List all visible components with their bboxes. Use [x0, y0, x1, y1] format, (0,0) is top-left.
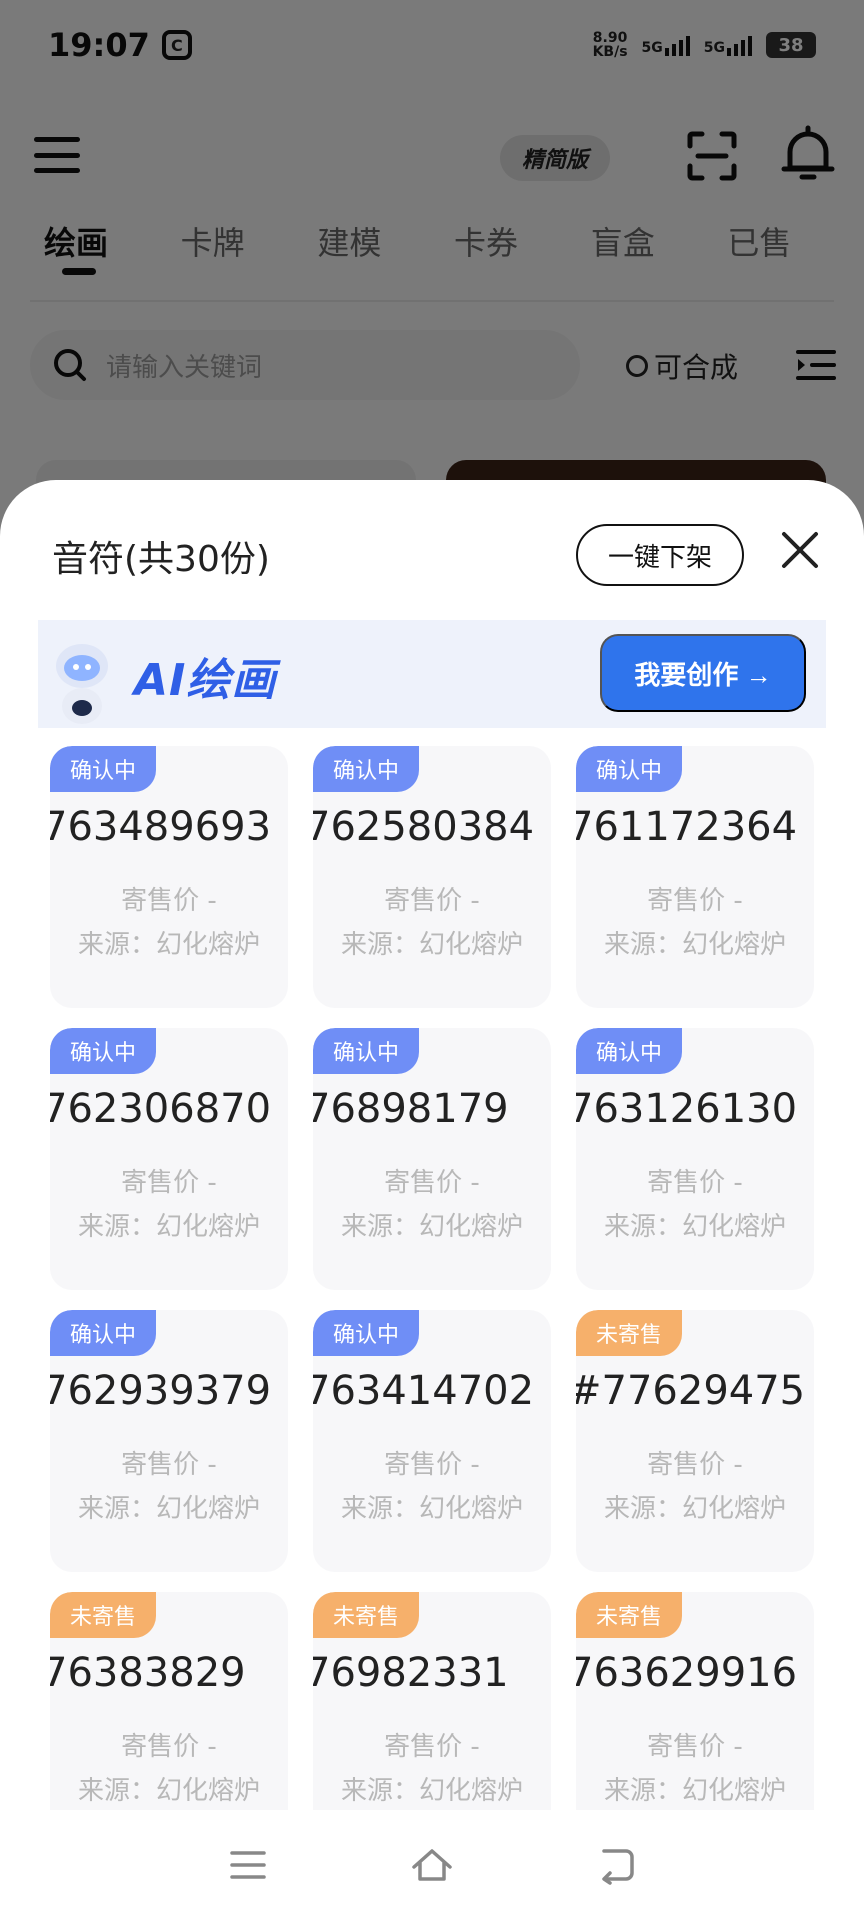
item-number: 76383829 — [50, 1650, 246, 1696]
item-card[interactable]: 确认中 76898179 寄售价 - 来源：幻化熔炉 — [313, 1028, 551, 1290]
item-card[interactable]: 确认中 761172364 寄售价 - 来源：幻化熔炉 — [576, 746, 814, 1008]
item-number: 763629916 — [576, 1650, 798, 1696]
status-badge: 确认中 — [50, 1028, 156, 1074]
bottom-sheet: 音符(共30份) 一键下架 AI绘画 我要创作 → 确认中 763489693 寄售… — [0, 480, 864, 1920]
item-number: 762939379 — [50, 1368, 272, 1414]
home-icon[interactable] — [410, 1845, 454, 1885]
item-price: 寄售价 - — [384, 1732, 480, 1762]
create-button[interactable]: 我要创作 → — [600, 634, 806, 712]
item-card[interactable]: 确认中 763414702 寄售价 - 来源：幻化熔炉 — [313, 1310, 551, 1572]
menu-nav-icon[interactable] — [226, 1845, 270, 1885]
item-price: 寄售价 - — [384, 886, 480, 916]
item-source: 来源：幻化熔炉 — [340, 1494, 523, 1524]
item-number: 762580384 — [313, 804, 535, 850]
item-source: 来源：幻化熔炉 — [340, 930, 523, 960]
status-badge: 确认中 — [50, 746, 156, 792]
item-price: 寄售价 - — [647, 1168, 743, 1198]
item-price: 寄售价 - — [384, 1168, 480, 1198]
item-price: 寄售价 - — [384, 1450, 480, 1480]
status-badge: 确认中 — [313, 1310, 419, 1356]
item-card[interactable]: 未寄售 #77629475 寄售价 - 来源：幻化熔炉 — [576, 1310, 814, 1572]
ai-painting-banner[interactable]: AI绘画 我要创作 → — [38, 620, 826, 728]
item-number: 762306870 — [50, 1086, 272, 1132]
item-price: 寄售价 - — [121, 1732, 217, 1762]
item-price: 寄售价 - — [121, 1450, 217, 1480]
ai-banner-title: AI绘画 — [134, 655, 277, 706]
item-number: #77629475 — [576, 1368, 806, 1414]
item-price: 寄售价 - — [647, 1732, 743, 1762]
item-source: 来源：幻化熔炉 — [603, 930, 786, 960]
item-price: 寄售价 - — [647, 886, 743, 916]
item-card[interactable]: 确认中 762939379 寄售价 - 来源：幻化熔炉 — [50, 1310, 288, 1572]
item-grid: 确认中 763489693 寄售价 - 来源：幻化熔炉 确认中 762580384 寄售价 … — [50, 746, 814, 1854]
status-badge: 确认中 — [576, 746, 682, 792]
item-price: 寄售价 - — [647, 1450, 743, 1480]
item-number: 76982331 — [313, 1650, 509, 1696]
item-card[interactable]: 确认中 763126130 寄售价 - 来源：幻化熔炉 — [576, 1028, 814, 1290]
item-card[interactable]: 确认中 763489693 寄售价 - 来源：幻化熔炉 — [50, 746, 288, 1008]
status-badge: 确认中 — [50, 1310, 156, 1356]
takedown-all-button[interactable]: 一键下架 — [576, 524, 744, 586]
back-icon[interactable] — [594, 1845, 638, 1885]
status-badge: 确认中 — [313, 746, 419, 792]
item-source: 来源：幻化熔炉 — [603, 1776, 786, 1806]
item-source: 来源：幻化熔炉 — [77, 1494, 260, 1524]
item-source: 来源：幻化熔炉 — [340, 1776, 523, 1806]
item-source: 来源：幻化熔炉 — [77, 930, 260, 960]
item-number: 763489693 — [50, 804, 272, 850]
status-badge: 确认中 — [576, 1028, 682, 1074]
item-source: 来源：幻化熔炉 — [340, 1212, 523, 1242]
item-number: 761172364 — [576, 804, 798, 850]
status-badge: 未寄售 — [313, 1592, 419, 1638]
item-source: 来源：幻化熔炉 — [603, 1212, 786, 1242]
status-badge: 未寄售 — [50, 1592, 156, 1638]
status-badge: 未寄售 — [576, 1310, 682, 1356]
status-badge: 确认中 — [313, 1028, 419, 1074]
item-number: 763126130 — [576, 1086, 798, 1132]
item-number: 763414702 — [313, 1368, 535, 1414]
item-price: 寄售价 - — [121, 886, 217, 916]
close-icon[interactable] — [778, 528, 822, 572]
robot-mascot-icon — [56, 644, 108, 724]
item-card[interactable]: 确认中 762306870 寄售价 - 来源：幻化熔炉 — [50, 1028, 288, 1290]
sheet-title: 音符(共30份) — [52, 539, 270, 580]
item-source: 来源：幻化熔炉 — [603, 1494, 786, 1524]
status-badge: 未寄售 — [576, 1592, 682, 1638]
item-source: 来源：幻化熔炉 — [77, 1776, 260, 1806]
item-price: 寄售价 - — [121, 1168, 217, 1198]
item-source: 来源：幻化熔炉 — [77, 1212, 260, 1242]
system-nav-bar — [0, 1810, 864, 1920]
item-card[interactable]: 确认中 762580384 寄售价 - 来源：幻化熔炉 — [313, 746, 551, 1008]
item-number: 76898179 — [313, 1086, 509, 1132]
